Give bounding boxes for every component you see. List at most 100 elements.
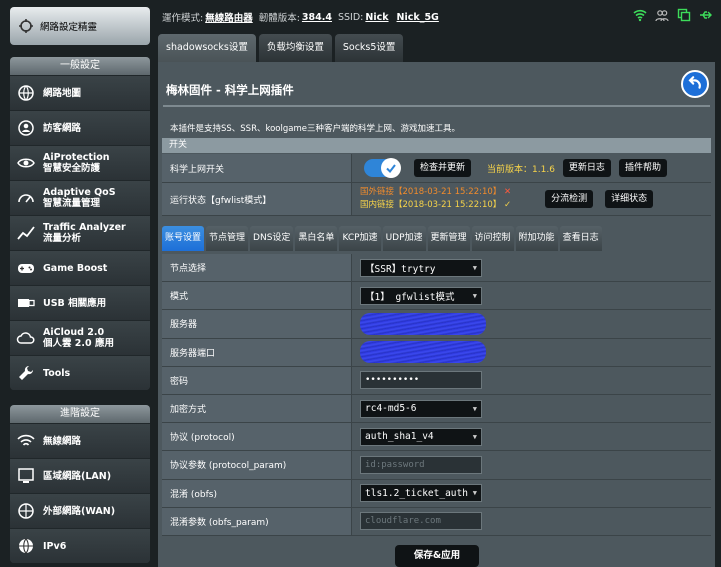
firmware-version-link[interactable]: 384.4 — [302, 12, 332, 23]
sidebar-item-sublabel: 流量分析 — [43, 233, 82, 244]
sidebar-item-sublabel: 智慧安全防護 — [43, 163, 101, 174]
subtab-5[interactable]: UDP加速 — [382, 226, 426, 251]
form-select[interactable]: 【SSR】trytry ▼ — [360, 258, 482, 277]
sidebar-item-label: 網路地圖 — [43, 87, 82, 99]
sidebar-item-general-4[interactable]: Traffic Analyzer 流量分析 — [10, 215, 150, 250]
sidebar-item-general-2[interactable]: AiProtection 智慧安全防護 — [10, 145, 150, 180]
cloud-icon — [15, 327, 37, 349]
form-row: 协议参数 (protocol_param) id:password — [162, 451, 711, 480]
title-divider — [163, 105, 710, 107]
dropdown-arrow-icon: ▼ — [472, 263, 477, 272]
network-wizard-button[interactable]: 網路設定精靈 — [10, 7, 150, 45]
redacted-field[interactable] — [360, 312, 486, 335]
subtab-1[interactable]: 节点管理 — [206, 226, 249, 251]
usb-icon — [15, 292, 37, 314]
select-value: 【SSR】trytry — [365, 263, 436, 275]
form-row: 模式 【1】 gfwlist模式 ▼ — [162, 282, 711, 311]
tab-socks5[interactable]: Socks5设置 — [334, 34, 404, 62]
proxy-toggle[interactable] — [364, 158, 401, 178]
sidebar-item-advanced-3[interactable]: IPv6 — [10, 528, 150, 563]
dropdown-arrow-icon: ▼ — [472, 291, 477, 300]
changelog-button[interactable]: 更新日志 — [562, 159, 611, 177]
domestic-ok-icon: ✓ — [503, 200, 512, 210]
sidebar-item-general-3[interactable]: Adaptive QoS 智慧流量管理 — [10, 180, 150, 215]
sidebar-item-label: Game Boost — [43, 262, 108, 274]
wizard-wand-icon — [19, 19, 33, 33]
sidebar-item-general-1[interactable]: 訪客網路 — [10, 110, 150, 145]
subtab-7[interactable]: 访问控制 — [471, 226, 514, 251]
subtab-0[interactable]: 账号设置 — [162, 226, 205, 251]
form-input-placeholder[interactable]: id:password — [360, 455, 482, 474]
sidebar-item-label: USB 相關應用 — [43, 297, 107, 309]
form-label: 协议 (protocol) — [162, 423, 352, 451]
subtab-3[interactable]: 黑白名单 — [295, 226, 338, 251]
status-label: 运行状态【gfwlist模式】 — [162, 183, 352, 215]
sidebar-item-label: 訪客網路 — [43, 122, 82, 134]
form-input-placeholder[interactable]: cloudflare.com — [360, 512, 482, 531]
advanced-settings-header: 進階設定 — [10, 405, 150, 423]
select-value: 【1】 gfwlist模式 — [365, 291, 455, 303]
form-label: 模式 — [162, 282, 352, 310]
sidebar-item-general-6[interactable]: USB 相關應用 — [10, 285, 150, 320]
form-select[interactable]: rc4-md5-6 ▼ — [360, 399, 482, 418]
form-label: 服务器端口 — [162, 338, 352, 366]
guest-users-icon[interactable] — [655, 8, 669, 22]
select-value: rc4-md5-6 — [365, 403, 417, 415]
tab-shadowsocks[interactable]: shadowsocks设置 — [158, 34, 256, 62]
sidebar-item-general-7[interactable]: AiCloud 2.0 個人雲 2.0 應用 — [10, 320, 150, 355]
operation-mode-link[interactable]: 無線路由器 — [205, 10, 253, 24]
form-select[interactable]: tls1.2_ticket_auth ▼ — [360, 484, 482, 503]
form-row: 协议 (protocol) auth_sha1_v4 ▼ — [162, 423, 711, 452]
subtab-2[interactable]: DNS设定 — [250, 226, 294, 251]
connection-status: 国外链接【2018-03-21 15:22:10】 ✕ 国内链接【2018-03… — [360, 186, 511, 212]
check-icon — [386, 164, 396, 174]
network-status-icon[interactable] — [677, 8, 691, 22]
subtab-4[interactable]: KCP加速 — [339, 226, 381, 251]
sidebar-item-advanced-1[interactable]: 區域網路(LAN) — [10, 458, 150, 493]
ssid-24g-link[interactable]: Nick — [365, 12, 388, 23]
abroad-link-status: 国外链接【2018-03-21 15:22:10】 — [360, 187, 502, 197]
operation-mode-label: 運作模式: — [162, 13, 204, 24]
subtab-6[interactable]: 更新管理 — [427, 226, 470, 251]
sidebar-item-general-0[interactable]: 網路地圖 — [10, 75, 150, 110]
sidebar-item-general-8[interactable]: Tools — [10, 355, 150, 390]
wifi-icon[interactable] — [633, 8, 647, 22]
form-select[interactable]: 【1】 gfwlist模式 ▼ — [360, 286, 482, 305]
form-label: 加密方式 — [162, 395, 352, 423]
sidebar-item-label: 外部網路(WAN) — [43, 505, 116, 517]
gamepad-icon — [15, 257, 37, 279]
plugin-help-button[interactable]: 插件帮助 — [618, 159, 667, 177]
speedometer-icon — [15, 187, 37, 209]
sidebar-item-advanced-2[interactable]: 外部網路(WAN) — [10, 493, 150, 528]
switch-row: 科学上网开关 检查并更新 当前版本：1.1.6 更新日志 插件帮助 — [162, 154, 711, 183]
ssid-5g-link[interactable]: Nick_5G — [397, 12, 439, 23]
switch-section-header: 开关 — [162, 138, 711, 153]
tab-load-balance[interactable]: 负载均衡设置 — [258, 34, 332, 62]
current-version-text: 当前版本：1.1.6 — [487, 164, 555, 175]
redacted-field[interactable] — [360, 341, 486, 364]
save-apply-button[interactable]: 保存&应用 — [395, 545, 479, 567]
form-row: 混淆参数 (obfs_param) cloudflare.com — [162, 507, 711, 536]
sidebar-item-advanced-0[interactable]: 無線網路 — [10, 423, 150, 458]
advanced-settings-menu: 進階設定 無線網路 區域網路(LAN) 外部網路(WAN) IPv6 — [10, 405, 150, 563]
select-value: auth_sha1_v4 — [365, 431, 434, 443]
subtab-9[interactable]: 查看日志 — [559, 226, 602, 251]
usb-status-icon[interactable] — [699, 8, 713, 22]
form-label: 服务器 — [162, 310, 352, 338]
back-button[interactable] — [681, 70, 709, 98]
firmware-label: 韌體版本: — [258, 13, 300, 24]
form-row: 混淆 (obfs) tls1.2_ticket_auth ▼ — [162, 479, 711, 508]
sidebar-item-label: AiProtection 智慧安全防護 — [43, 152, 110, 174]
split-check-button[interactable]: 分流检测 — [545, 190, 594, 208]
main-panel: 梅林固件 - 科学上网插件 本插件是支持SS、SSR、koolgame三种客户端… — [158, 62, 715, 567]
check-update-button[interactable]: 检查并更新 — [414, 159, 472, 177]
password-input[interactable]: •••••••••• — [360, 371, 482, 390]
detail-status-button[interactable]: 详细状态 — [605, 190, 654, 208]
lan-icon — [15, 465, 37, 487]
form-select[interactable]: auth_sha1_v4 ▼ — [360, 427, 482, 446]
switch-label: 科学上网开关 — [162, 154, 352, 182]
sidebar-item-general-5[interactable]: Game Boost — [10, 250, 150, 285]
select-value: tls1.2_ticket_auth — [365, 487, 468, 499]
subtab-8[interactable]: 附加功能 — [515, 226, 558, 251]
sidebar-item-label: AiCloud 2.0 個人雲 2.0 應用 — [43, 327, 114, 349]
